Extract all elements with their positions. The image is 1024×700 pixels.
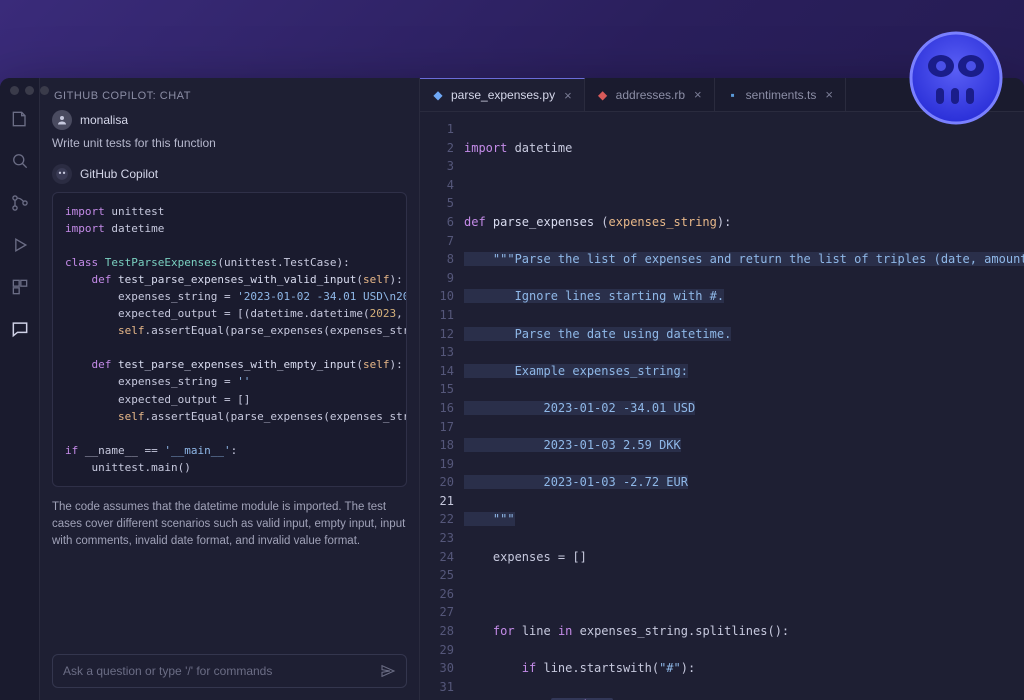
tab-addresses[interactable]: ◆ addresses.rb × [585, 78, 715, 111]
user-prompt: Write unit tests for this function [52, 136, 407, 150]
bot-name: GitHub Copilot [80, 167, 158, 181]
line-gutter: 1234567891011121314151617181920212223242… [420, 112, 464, 700]
user-name: monalisa [80, 113, 128, 127]
chat-input[interactable] [63, 664, 380, 678]
source-control-icon[interactable] [9, 192, 31, 214]
chat-panel: GITHUB COPILOT: CHAT monalisa Write unit… [40, 78, 420, 700]
code-content[interactable]: import datetime def parse_expenses (expe… [464, 112, 1024, 700]
close-icon[interactable]: × [564, 88, 572, 103]
python-file-icon: ◆ [432, 89, 444, 101]
chat-bot-message: GitHub Copilot import unittest import da… [52, 164, 407, 551]
ts-file-icon: ▪ [727, 89, 739, 101]
extensions-icon[interactable] [9, 276, 31, 298]
tab-parse-expenses[interactable]: ◆ parse_expenses.py × [420, 78, 585, 111]
chat-code-block[interactable]: import unittest import datetime class Te… [52, 192, 407, 487]
close-icon[interactable]: × [825, 87, 833, 102]
copilot-mascot [906, 28, 1006, 128]
window-controls[interactable] [10, 86, 49, 95]
tab-sentiments[interactable]: ▪ sentiments.ts × [715, 78, 846, 111]
user-avatar [52, 110, 72, 130]
search-icon[interactable] [9, 150, 31, 172]
send-icon[interactable] [380, 663, 396, 679]
copilot-avatar [52, 164, 72, 184]
chat-explanation: The code assumes that the datetime modul… [52, 499, 407, 551]
files-icon[interactable] [9, 108, 31, 130]
chat-input-row[interactable] [52, 654, 407, 688]
chat-icon[interactable] [9, 318, 31, 340]
tab-label: sentiments.ts [746, 88, 817, 102]
tab-label: parse_expenses.py [451, 88, 555, 102]
debug-icon[interactable] [9, 234, 31, 256]
editor-area: ◆ parse_expenses.py × ◆ addresses.rb × ▪… [420, 78, 1024, 700]
chat-user-message: monalisa Write unit tests for this funct… [52, 110, 407, 150]
ruby-file-icon: ◆ [597, 89, 609, 101]
chat-body: monalisa Write unit tests for this funct… [40, 110, 419, 642]
chat-header: GITHUB COPILOT: CHAT [40, 78, 419, 110]
ide-window: GITHUB COPILOT: CHAT monalisa Write unit… [0, 78, 1024, 700]
code-editor[interactable]: 1234567891011121314151617181920212223242… [420, 112, 1024, 700]
tab-label: addresses.rb [616, 88, 685, 102]
close-icon[interactable]: × [694, 87, 702, 102]
activity-bar [0, 78, 40, 700]
